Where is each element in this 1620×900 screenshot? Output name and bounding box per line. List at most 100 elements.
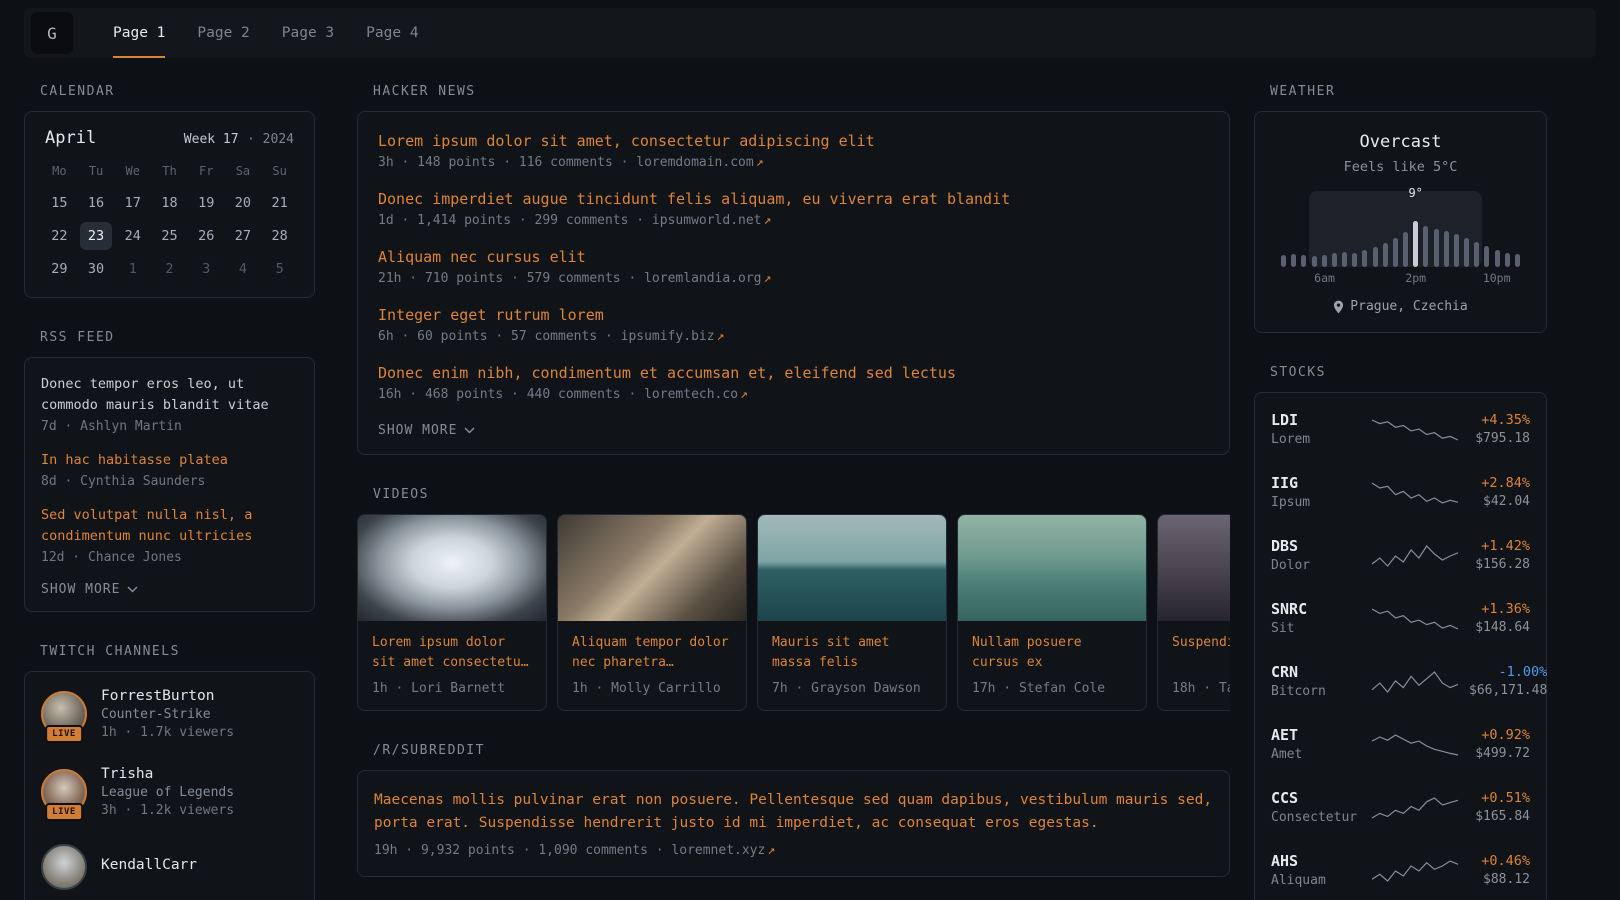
videos-widget: VIDEOS Lorem ipsum dolor sit amet consec… — [357, 487, 1230, 711]
video-body: Aliquam tempor dolor nec pharetra… 1h · … — [558, 621, 746, 710]
external-link-icon[interactable]: ↗ — [756, 155, 764, 170]
news-link[interactable]: Donec imperdiet augue tincidunt felis al… — [378, 190, 1209, 208]
tab-page-3[interactable]: Page 3 — [266, 8, 350, 58]
video-card[interactable]: Lorem ipsum dolor sit amet consectetu… 1… — [357, 514, 547, 711]
calendar-day: 5 — [264, 255, 296, 283]
video-card[interactable]: Mauris sit amet massa felis 7h · Grayson… — [757, 514, 947, 711]
channel-info: KendallCarr — [101, 857, 197, 876]
news-meta: 6h · 60 points · 57 comments · ipsumify.… — [378, 329, 1209, 344]
weather-bar — [1474, 242, 1479, 267]
calendar-dow: Su — [261, 164, 298, 178]
stocks-card: LDI Lorem +4.35% $795.18 IIG Ipsum — [1254, 392, 1547, 900]
stock-id: DBS Dolor — [1271, 537, 1361, 573]
video-title[interactable]: Lorem ipsum dolor sit amet consectetu… — [372, 633, 532, 673]
stock-row[interactable]: AET Amet +0.92% $499.72 — [1271, 712, 1530, 775]
external-link-icon[interactable]: ↗ — [764, 213, 772, 228]
video-thumbnail[interactable] — [358, 515, 546, 621]
weather-bar — [1484, 246, 1489, 267]
stock-row[interactable]: CRN Bitcorn -1.00% $66,171.48 — [1271, 649, 1530, 712]
video-title[interactable]: Aliquam tempor dolor nec pharetra… — [572, 633, 732, 673]
hacker-news-widget: HACKER NEWS Lorem ipsum dolor sit amet, … — [357, 84, 1230, 455]
show-more-label: SHOW MORE — [41, 582, 120, 597]
news-link[interactable]: Integer eget rutrum lorem — [378, 306, 1209, 324]
section-title-calendar: CALENDAR — [40, 84, 315, 99]
weather-bar — [1332, 253, 1337, 267]
post-meta: 19h · 9,932 points · 1,090 comments · lo… — [374, 843, 1213, 858]
calendar-dow: Fr — [188, 164, 225, 178]
rss-link[interactable]: Sed volutpat nulla nisl, a condimentum n… — [41, 505, 298, 547]
twitch-channel[interactable]: LIVE Trisha League of Legends 3h · 1.2k … — [41, 766, 298, 818]
chevron-down-icon — [464, 427, 475, 434]
app-logo[interactable]: G — [31, 12, 73, 54]
stock-row[interactable]: IIG Ipsum +2.84% $42.04 — [1271, 460, 1530, 523]
video-card[interactable]: Aliquam tempor dolor nec pharetra… 1h · … — [557, 514, 747, 711]
weather-bar — [1423, 226, 1428, 267]
external-link-icon[interactable]: ↗ — [717, 329, 725, 344]
video-card[interactable]: Nullam posuere cursus ex 17h · Stefan Co… — [957, 514, 1147, 711]
rss-link[interactable]: In hac habitasse platea — [41, 450, 298, 471]
calendar-header: April Week 17 · 2024 — [41, 128, 298, 148]
channel-game: League of Legends — [101, 785, 234, 800]
channel-meta: 3h · 1.2k viewers — [101, 803, 234, 818]
news-link[interactable]: Lorem ipsum dolor sit amet, consectetur … — [378, 132, 1209, 150]
weather-bar — [1464, 238, 1469, 267]
stock-change: +0.51% — [1469, 790, 1530, 806]
video-title[interactable]: Suspendisse diam — [1172, 633, 1230, 673]
video-card[interactable]: Suspendisse diam 18h · Tara — [1157, 514, 1230, 711]
rss-show-more-button[interactable]: SHOW MORE — [41, 582, 138, 597]
calendar-day: 17 — [117, 189, 149, 217]
video-thumbnail[interactable] — [958, 515, 1146, 621]
external-link-icon[interactable]: ↗ — [767, 843, 775, 858]
stocks-widget: STOCKS LDI Lorem +4.35% $795.18 IIG — [1254, 365, 1547, 900]
video-thumbnail[interactable] — [758, 515, 946, 621]
calendar-day: 3 — [190, 255, 222, 283]
stock-row[interactable]: SNRC Sit +1.36% $148.64 — [1271, 586, 1530, 649]
calendar-dow: Mo — [41, 164, 78, 178]
tab-page-2[interactable]: Page 2 — [181, 8, 265, 58]
stock-values: +0.46% $88.12 — [1469, 853, 1530, 887]
news-meta: 16h · 468 points · 440 comments · loremt… — [378, 387, 1209, 402]
post-link[interactable]: Maecenas mollis pulvinar erat non posuer… — [374, 789, 1213, 835]
news-meta-text: 1d · 1,414 points · 299 comments · ipsum… — [378, 213, 762, 228]
external-link-icon[interactable]: ↗ — [740, 387, 748, 402]
twitch-channel[interactable]: LIVE ForrestBurton Counter-Strike 1h · 1… — [41, 688, 298, 740]
stock-name: Dolor — [1271, 558, 1361, 573]
weather-widget: WEATHER Overcast Feels like 5°C 9° 6am2p… — [1254, 84, 1547, 333]
weather-bar — [1403, 232, 1408, 267]
weather-bar — [1495, 250, 1500, 267]
tab-page-4[interactable]: Page 4 — [350, 8, 434, 58]
twitch-channel[interactable]: KendallCarr — [41, 844, 298, 890]
stock-row[interactable]: CCS Consectetur +0.51% $165.84 — [1271, 775, 1530, 838]
channel-name: KendallCarr — [101, 857, 197, 873]
stock-row[interactable]: AHS Aliquam +0.46% $88.12 — [1271, 838, 1530, 900]
stock-price: $88.12 — [1469, 872, 1530, 887]
subreddit-widget: /R/SUBREDDIT Maecenas mollis pulvinar er… — [357, 743, 1230, 876]
hacker-news-show-more-button[interactable]: SHOW MORE — [378, 423, 475, 438]
stock-name: Aliquam — [1271, 873, 1361, 888]
weather-bars — [1281, 203, 1520, 267]
news-link[interactable]: Donec enim nibh, condimentum et accumsan… — [378, 364, 1209, 382]
rss-link[interactable]: Donec tempor eros leo, ut commodo mauris… — [41, 374, 298, 416]
news-item: Donec enim nibh, condimentum et accumsan… — [378, 364, 1209, 402]
video-thumbnail[interactable] — [558, 515, 746, 621]
external-link-icon[interactable]: ↗ — [764, 271, 772, 286]
stock-values: +1.36% $148.64 — [1469, 601, 1530, 635]
news-meta: 3h · 148 points · 116 comments · loremdo… — [378, 155, 1209, 170]
calendar-day: 4 — [227, 255, 259, 283]
calendar-day: 19 — [190, 189, 222, 217]
stock-row[interactable]: DBS Dolor +1.42% $156.28 — [1271, 523, 1530, 586]
news-link[interactable]: Aliquam nec cursus elit — [378, 248, 1209, 266]
video-thumbnail[interactable] — [1158, 515, 1230, 621]
stock-change: +2.84% — [1469, 475, 1530, 491]
stock-row[interactable]: LDI Lorem +4.35% $795.18 — [1271, 397, 1530, 460]
weather-bar — [1505, 253, 1510, 267]
news-meta: 21h · 710 points · 579 comments · loreml… — [378, 271, 1209, 286]
stock-values: -1.00% $66,171.48 — [1469, 664, 1547, 698]
stock-id: AET Amet — [1271, 726, 1361, 762]
stock-change: +1.42% — [1469, 538, 1530, 554]
tab-page-1[interactable]: Page 1 — [97, 8, 181, 58]
location-pin-icon — [1333, 300, 1344, 314]
live-badge: LIVE — [45, 725, 83, 743]
video-title[interactable]: Nullam posuere cursus ex — [972, 633, 1132, 673]
video-title[interactable]: Mauris sit amet massa felis — [772, 633, 932, 673]
